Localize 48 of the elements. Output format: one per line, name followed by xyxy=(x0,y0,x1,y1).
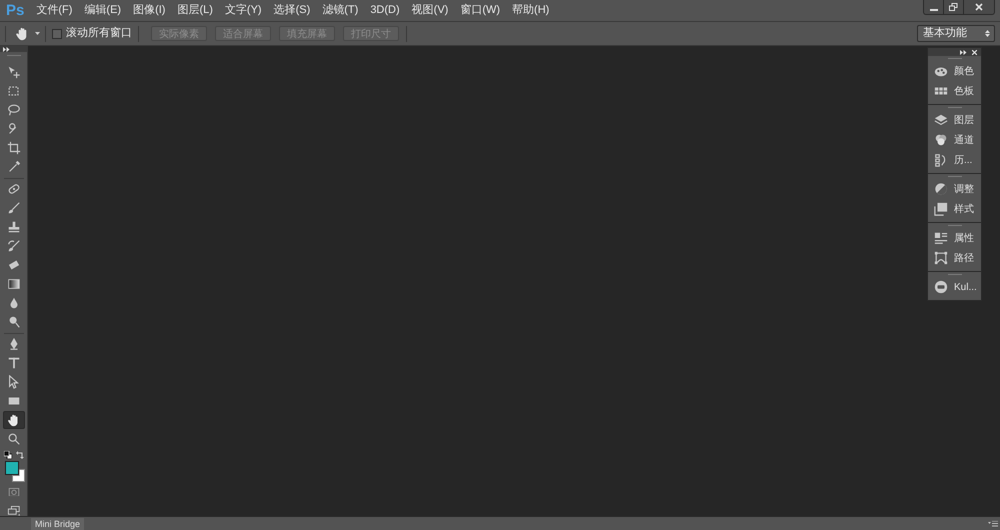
kuler-icon xyxy=(934,280,948,294)
panel-button[interactable]: 图层 xyxy=(928,110,981,130)
mini-bridge-tab[interactable]: Mini Bridge xyxy=(31,518,84,530)
app-logo: Ps xyxy=(6,3,24,18)
channels-icon xyxy=(934,133,948,147)
hand-icon[interactable] xyxy=(2,410,24,429)
menu-item[interactable]: 视图(V) xyxy=(406,2,454,19)
panel-button[interactable]: 颜色 xyxy=(928,61,981,81)
menu-item[interactable]: 图像(I) xyxy=(127,2,172,19)
quick-mask-icon[interactable] xyxy=(8,488,20,496)
panel-button[interactable]: 历... xyxy=(928,150,981,170)
spinner-icon xyxy=(985,30,990,37)
panel-button[interactable]: 路径 xyxy=(928,248,981,268)
collapse-icon[interactable] xyxy=(960,50,967,54)
menu-item[interactable]: 编辑(E) xyxy=(78,2,128,19)
checkbox-label: 滚动所有窗口 xyxy=(66,26,132,42)
paths-icon xyxy=(934,251,948,265)
menu-item[interactable]: 窗口(W) xyxy=(454,2,506,19)
panel-button[interactable]: 属性 xyxy=(928,228,981,248)
fx-square-icon xyxy=(934,202,948,216)
menu-item[interactable]: 选择(S) xyxy=(268,2,316,19)
caret-icon[interactable] xyxy=(35,32,40,35)
panel-menu-icon[interactable] xyxy=(988,521,998,527)
default-colors-icon[interactable] xyxy=(4,450,12,459)
swap-colors-icon[interactable] xyxy=(16,450,24,459)
properties-icon xyxy=(934,231,948,245)
background-color-swatch[interactable] xyxy=(12,468,24,482)
workspace-dropdown[interactable]: 基本功能 xyxy=(917,25,995,42)
history-icon xyxy=(934,153,948,167)
close-icon[interactable] xyxy=(972,50,977,54)
panel-button[interactable]: 通道 xyxy=(928,130,981,150)
menu-item[interactable]: 图层(L) xyxy=(171,2,219,19)
panel-button[interactable]: 色板 xyxy=(928,81,981,101)
foreground-color-swatch[interactable] xyxy=(4,460,18,475)
menu-item[interactable]: 帮助(H) xyxy=(506,2,556,19)
screen-mode-icon[interactable] xyxy=(6,506,20,516)
layers-icon xyxy=(934,113,948,127)
menu-item[interactable]: 文字(Y) xyxy=(218,2,268,19)
checkbox[interactable] xyxy=(52,28,62,38)
menu-item[interactable]: 文件(F) xyxy=(30,2,78,19)
panel-button[interactable]: 调整 xyxy=(928,179,981,199)
close-icon xyxy=(975,3,983,11)
menu-item[interactable]: 3D(D) xyxy=(364,2,406,19)
restore-icon xyxy=(949,3,958,11)
panel-button[interactable]: Kul... xyxy=(928,277,981,297)
menu-item[interactable]: 滤镜(T) xyxy=(316,2,364,19)
panel-button[interactable]: 样式 xyxy=(928,199,981,219)
half-circle-icon xyxy=(934,182,948,196)
